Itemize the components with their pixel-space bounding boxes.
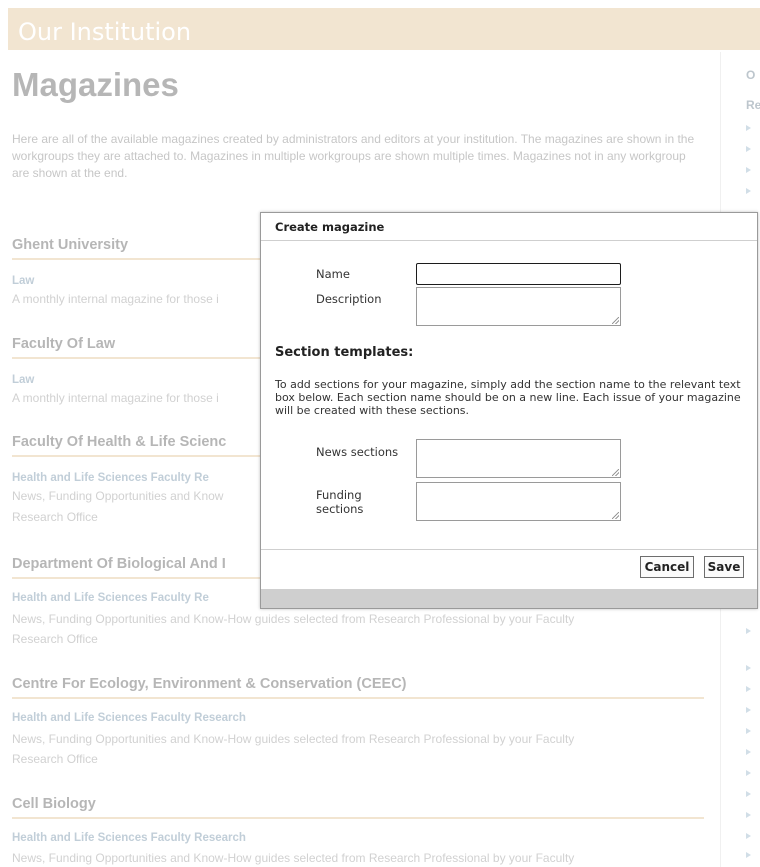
name-label: Name	[316, 267, 350, 281]
news-sections-label: News sections	[316, 445, 399, 459]
funding-sections-label-line1: Funding	[316, 488, 362, 502]
save-button[interactable]: Save	[704, 556, 744, 578]
resize-grip-icon[interactable]	[612, 512, 619, 519]
resize-grip-icon[interactable]	[612, 317, 619, 324]
resize-grip-icon[interactable]	[612, 469, 619, 476]
section-templates-heading: Section templates:	[275, 345, 414, 360]
news-sections-textarea[interactable]	[416, 439, 621, 478]
dialog-title: Create magazine	[275, 220, 385, 234]
name-input[interactable]	[416, 263, 621, 285]
description-textarea[interactable]	[416, 287, 621, 326]
description-label: Description	[316, 292, 382, 306]
create-magazine-dialog: Create magazine Name Description Section…	[260, 212, 758, 609]
funding-sections-label-line2: sections	[316, 502, 364, 516]
cancel-button[interactable]: Cancel	[640, 556, 694, 578]
page: Our Institution Magazines Here are all o…	[0, 0, 760, 867]
section-templates-info: To add sections for your magazine, simpl…	[275, 378, 741, 417]
dialog-titlebar: Create magazine	[261, 213, 757, 241]
dialog-bottom-bar	[261, 589, 757, 608]
funding-sections-textarea[interactable]	[416, 482, 621, 521]
